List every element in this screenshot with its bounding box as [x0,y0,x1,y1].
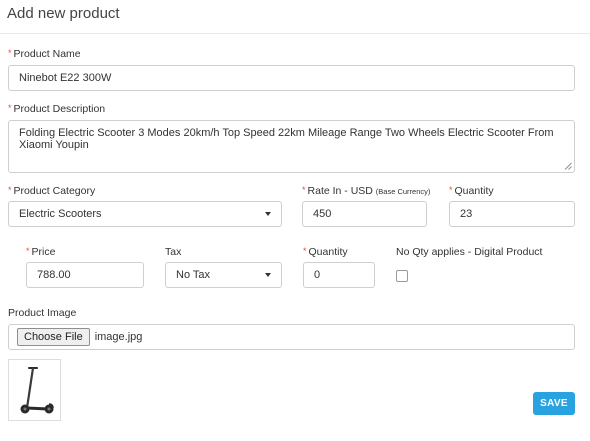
quantity-label: * Quantity [449,185,494,197]
chevron-down-icon [265,212,271,216]
quantity-label-text: Quantity [454,185,494,197]
product-description-text: Folding Electric Scooter 3 Modes 20km/h … [19,127,554,151]
product-name-label: * Product Name [8,48,81,60]
required-marker: * [8,185,12,195]
variant-quantity-input[interactable]: 0 [303,262,375,288]
file-name: image.jpg [94,331,143,343]
variant-quantity-label: * Quantity [303,246,348,258]
resize-grip-icon[interactable] [564,162,572,170]
price-label-text: Price [31,246,56,258]
price-input[interactable]: 788.00 [26,262,144,288]
tax-label: Tax [165,246,182,258]
digital-product-label: No Qty applies - Digital Product [396,246,543,258]
scooter-image [20,367,54,414]
required-marker: * [302,185,306,195]
product-description-label-text: Product Description [13,103,106,115]
product-name-input[interactable]: Ninebot E22 300W [8,65,575,91]
tax-value: No Tax [176,269,211,281]
rate-label: * Rate In - USD (Base Currency) [302,185,430,197]
chevron-down-icon [265,273,271,277]
rate-label-text: Rate In - USD [307,185,373,197]
page-title: Add new product [7,5,120,22]
product-category-select[interactable]: Electric Scooters [8,201,282,227]
required-marker: * [8,48,12,58]
required-marker: * [26,246,30,256]
product-description-label: * Product Description [8,103,105,115]
required-marker: * [449,185,453,195]
product-name-label-text: Product Name [13,48,81,60]
price-label: * Price [26,246,55,258]
save-button[interactable]: SAVE [533,392,575,415]
base-currency-note: (Base Currency) [375,187,431,196]
product-category-label-text: Product Category [13,185,96,197]
tax-select[interactable]: No Tax [165,262,282,288]
digital-product-checkbox[interactable] [396,270,408,282]
choose-file-button[interactable]: Choose File [17,328,90,346]
variant-quantity-label-text: Quantity [308,246,348,258]
product-description-textarea[interactable]: Folding Electric Scooter 3 Modes 20km/h … [8,120,575,173]
product-image-label: Product Image [8,307,77,319]
product-image-thumbnail [8,359,61,421]
product-category-label: * Product Category [8,185,95,197]
header-divider [0,33,590,34]
file-input[interactable]: Choose File image.jpg [8,324,575,350]
quantity-input[interactable]: 23 [449,201,575,227]
required-marker: * [8,103,12,113]
rate-input[interactable]: 450 [302,201,427,227]
required-marker: * [303,246,307,256]
product-category-value: Electric Scooters [19,208,102,220]
